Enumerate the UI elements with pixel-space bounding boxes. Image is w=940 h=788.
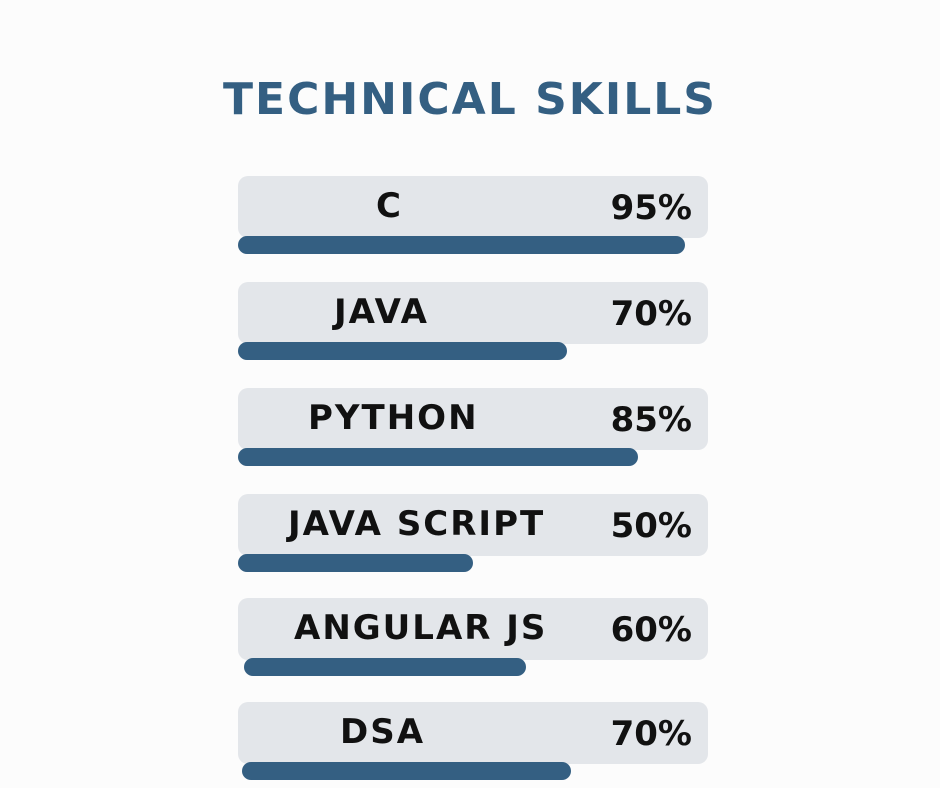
skill-progress-bar [242, 762, 571, 780]
skill-percent: 85% [610, 400, 692, 440]
skill-progress-bar [244, 658, 526, 676]
skill-name: JAVA [334, 292, 429, 332]
skill-row-java: JAVA 70% [238, 282, 708, 360]
skill-progress-bar [238, 554, 473, 572]
skill-name: C [376, 186, 403, 226]
skill-progress-bar [238, 448, 638, 466]
skill-row-c: C 95% [238, 176, 708, 254]
skill-percent: 60% [610, 610, 692, 650]
skill-name: DSA [340, 712, 426, 752]
skill-progress-bar [238, 236, 685, 254]
skill-name: JAVA SCRIPT [288, 504, 546, 544]
page-title: TECHNICAL SKILLS [223, 74, 717, 125]
skill-progress-bar [238, 342, 567, 360]
skill-name: PYTHON [308, 398, 479, 438]
skill-percent: 50% [610, 506, 692, 546]
skill-row-dsa: DSA 70% [238, 702, 708, 780]
skill-percent: 70% [610, 714, 692, 754]
skill-name: ANGULAR JS [294, 608, 548, 648]
skill-row-javascript: JAVA SCRIPT 50% [238, 494, 708, 572]
skill-percent: 95% [610, 188, 692, 228]
skill-row-python: PYTHON 85% [238, 388, 708, 466]
skill-row-angularjs: ANGULAR JS 60% [238, 598, 708, 676]
skill-percent: 70% [610, 294, 692, 334]
